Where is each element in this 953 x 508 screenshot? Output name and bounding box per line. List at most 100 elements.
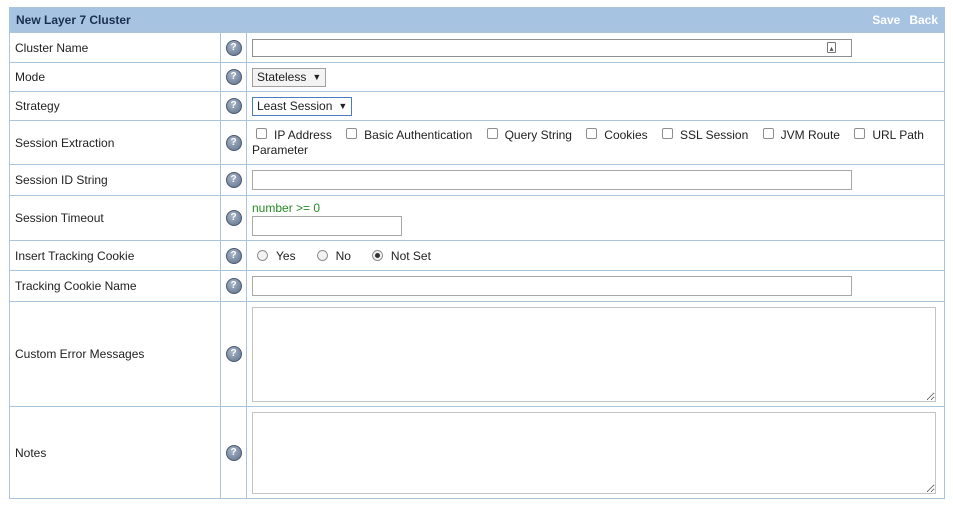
radio-button[interactable]: [316, 249, 328, 261]
mode-help[interactable]: ?: [221, 63, 247, 91]
radio-no[interactable]: No: [316, 248, 351, 263]
option-query-string[interactable]: Query String: [486, 128, 572, 142]
custom-error-messages-help[interactable]: ?: [221, 302, 247, 406]
session-timeout-help[interactable]: ?: [221, 196, 247, 240]
custom-error-messages-textarea[interactable]: [252, 306, 936, 402]
checkbox[interactable]: [486, 128, 498, 140]
session-timeout-row: Session Timeout ? number >= 0: [10, 195, 944, 240]
session-timeout-cell: number >= 0: [247, 196, 944, 240]
mode-label: Mode: [10, 63, 221, 91]
custom-error-messages-row: Custom Error Messages ?: [10, 301, 944, 406]
cluster-name-help[interactable]: ?: [221, 33, 247, 62]
checkbox[interactable]: [346, 128, 358, 140]
option-url-path[interactable]: URL Path: [854, 128, 924, 142]
radio-not-set[interactable]: Not Set: [371, 248, 431, 263]
checkbox[interactable]: [256, 128, 267, 140]
cluster-name-label: Cluster Name: [10, 33, 221, 62]
custom-error-messages-label: Custom Error Messages: [10, 302, 221, 406]
notes-help[interactable]: ?: [221, 407, 247, 498]
session-id-string-help[interactable]: ?: [221, 165, 247, 195]
help-icon: ?: [225, 134, 242, 151]
option-jvm-route[interactable]: JVM Route: [762, 128, 840, 142]
tracking-cookie-name-input[interactable]: [252, 276, 852, 296]
help-icon: ?: [225, 278, 242, 294]
dropdown-arrow-icon: ▼: [312, 72, 322, 82]
tracking-cookie-name-label: Tracking Cookie Name: [10, 271, 221, 301]
checkbox[interactable]: [762, 128, 774, 140]
option-basic-authentication[interactable]: Basic Authentication: [346, 128, 472, 142]
back-button[interactable]: Back: [909, 13, 938, 27]
radio-button-selected[interactable]: [371, 249, 383, 261]
url-path-parameter-wrap: Parameter: [252, 143, 309, 157]
insert-tracking-cookie-row: Insert Tracking Cookie ? Yes No Not Set: [10, 240, 944, 270]
help-icon: ?: [225, 39, 242, 56]
form-header: New Layer 7 Cluster Save Back: [10, 8, 944, 32]
session-timeout-input[interactable]: [252, 216, 402, 236]
header-actions: Save Back: [872, 13, 938, 27]
cluster-name-cell: ▴: [247, 33, 944, 62]
checkbox[interactable]: [854, 128, 866, 140]
option-label: URL Path: [872, 128, 924, 142]
mode-cell: Stateless ▼: [247, 63, 944, 91]
tracking-cookie-name-row: Tracking Cookie Name ?: [10, 270, 944, 301]
save-button[interactable]: Save: [872, 13, 900, 27]
help-icon: ?: [225, 247, 242, 264]
option-label: SSL Session: [680, 128, 749, 142]
notes-label: Notes: [10, 407, 221, 498]
cluster-form-panel: New Layer 7 Cluster Save Back Cluster Na…: [9, 7, 945, 499]
strategy-row: Strategy ? Least Session ▼: [10, 91, 944, 120]
session-id-string-label: Session ID String: [10, 165, 221, 195]
insert-tracking-cookie-help[interactable]: ?: [221, 241, 247, 270]
strategy-label: Strategy: [10, 92, 221, 120]
checkbox[interactable]: [662, 128, 673, 140]
help-icon: ?: [225, 69, 242, 85]
tracking-cookie-name-cell: [247, 271, 944, 301]
session-extraction-row: Session Extraction ? IP Address Basic Au…: [10, 120, 944, 164]
option-label: JVM Route: [780, 128, 840, 142]
session-id-string-cell: [247, 165, 944, 195]
insert-tracking-cookie-cell: Yes No Not Set: [247, 241, 944, 270]
strategy-cell: Least Session ▼: [247, 92, 944, 120]
mode-row: Mode ? Stateless ▼: [10, 62, 944, 91]
help-icon: ?: [225, 444, 242, 461]
option-label: IP Address: [274, 128, 332, 142]
radio-label: Not Set: [390, 248, 431, 263]
option-ssl-session[interactable]: SSL Session: [662, 128, 748, 142]
session-id-string-input[interactable]: [252, 170, 852, 190]
session-timeout-hint: number >= 0: [252, 201, 321, 215]
mode-select[interactable]: Stateless ▼: [252, 67, 327, 87]
insert-tracking-cookie-label: Insert Tracking Cookie: [10, 241, 221, 270]
cluster-name-input[interactable]: [252, 38, 852, 57]
session-timeout-label: Session Timeout: [10, 196, 221, 240]
help-icon: ?: [225, 346, 242, 362]
help-icon: ?: [225, 210, 242, 226]
strategy-select[interactable]: Least Session ▼: [252, 96, 353, 116]
form-title: New Layer 7 Cluster: [16, 12, 131, 27]
notes-textarea[interactable]: [252, 411, 936, 494]
option-ip-address[interactable]: IP Address: [256, 128, 332, 142]
help-icon: ?: [225, 172, 242, 188]
checkbox[interactable]: [586, 128, 598, 140]
notes-row: Notes ?: [10, 406, 944, 498]
option-label: Cookies: [604, 128, 648, 142]
tracking-cookie-name-help[interactable]: ?: [221, 271, 247, 301]
option-label: Query String: [504, 128, 572, 142]
option-cookies[interactable]: Cookies: [586, 128, 648, 142]
option-label: Basic Authentication: [364, 128, 473, 142]
session-extraction-label: Session Extraction: [10, 121, 221, 164]
session-id-string-row: Session ID String ?: [10, 164, 944, 195]
password-manager-icon[interactable]: ▴: [827, 41, 836, 53]
notes-cell: [247, 407, 944, 498]
radio-label: Yes: [276, 248, 296, 263]
dropdown-arrow-icon: ▼: [338, 101, 348, 111]
session-extraction-cell: IP Address Basic Authentication Query St…: [247, 121, 944, 164]
session-extraction-help[interactable]: ?: [221, 121, 247, 164]
radio-label: No: [335, 248, 351, 263]
custom-error-messages-cell: [247, 302, 944, 406]
radio-button[interactable]: [257, 249, 268, 261]
strategy-help[interactable]: ?: [221, 92, 247, 120]
radio-yes[interactable]: Yes: [257, 249, 296, 263]
strategy-selected-value: Least Session: [257, 99, 333, 113]
help-icon: ?: [225, 98, 242, 114]
cluster-name-row: Cluster Name ? ▴: [10, 32, 944, 62]
